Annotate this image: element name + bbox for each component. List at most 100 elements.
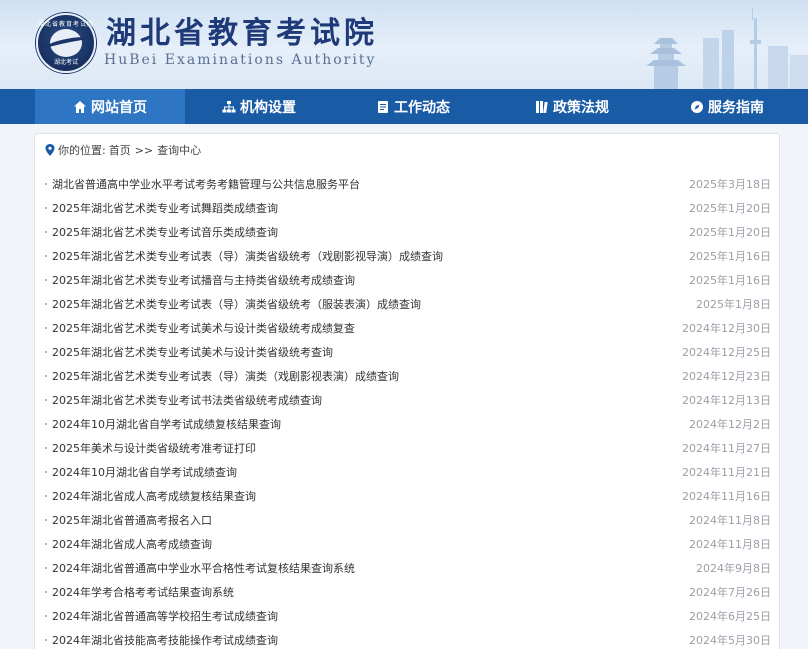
bullet-icon [45, 231, 47, 233]
list-item-title[interactable]: 2025年湖北省艺术类专业考试美术与设计类省级统考查询 [52, 344, 333, 360]
breadcrumb: 你的位置: 首页 >> 查询中心 [45, 142, 201, 158]
list-item[interactable]: 2024年湖北省普通高等学校招生考试成绩查询 2024年6月25日 [45, 604, 771, 628]
list-item[interactable]: 2025年美术与设计类省级统考准考证打印 2024年11月27日 [45, 436, 771, 460]
list-item[interactable]: 2024年湖北省技能高考技能操作考试成绩查询 2024年5月30日 [45, 628, 771, 649]
list-item-title[interactable]: 2024年湖北省技能高考技能操作考试成绩查询 [52, 632, 278, 648]
book-icon [536, 100, 548, 113]
bullet-icon [45, 207, 47, 209]
bullet-icon [45, 639, 47, 641]
breadcrumb-current[interactable]: 查询中心 [157, 142, 201, 158]
list-item-title[interactable]: 2025年湖北省艺术类专业考试舞蹈类成绩查询 [52, 200, 278, 216]
list-item[interactable]: 2024年10月湖北省自学考试成绩查询 2024年11月21日 [45, 460, 771, 484]
list-item[interactable]: 2025年湖北省艺术类专业考试表（导）演类省级统考（戏剧影视导演）成绩查询 20… [45, 244, 771, 268]
list-item[interactable]: 2025年湖北省艺术类专业考试美术与设计类省级统考查询 2024年12月25日 [45, 340, 771, 364]
bullet-icon [45, 567, 47, 569]
bullet-icon [45, 471, 47, 473]
bullet-icon [45, 303, 47, 305]
list-item-title[interactable]: 2025年湖北省普通高考报名入口 [52, 512, 212, 528]
list-item[interactable]: 2024年学考合格考考试结果查询系统 2024年7月26日 [45, 580, 771, 604]
nav-label: 政策法规 [553, 99, 609, 116]
list-item-date: 2024年11月21日 [682, 466, 771, 479]
bullet-icon [45, 279, 47, 281]
list-item-title[interactable]: 2025年湖北省艺术类专业考试表（导）演类（戏剧影视表演）成绩查询 [52, 368, 399, 384]
main-nav: 网站首页 机构设置 工作动态 政策法规 服务指南 [0, 89, 808, 124]
bullet-icon [45, 519, 47, 521]
list-item-date: 2024年12月25日 [682, 346, 771, 359]
list-item[interactable]: 2025年湖北省普通高考报名入口 2024年11月8日 [45, 508, 771, 532]
list-item-title[interactable]: 2024年湖北省成人高考成绩查询 [52, 536, 212, 552]
bullet-icon [45, 399, 47, 401]
list-item-title[interactable]: 2024年学考合格考考试结果查询系统 [52, 584, 234, 600]
list-item-date: 2024年12月13日 [682, 394, 771, 407]
emblem-logo[interactable]: 湖北省教育考试院 湖北考试 [36, 13, 96, 73]
nav-label: 网站首页 [91, 99, 147, 116]
list-item-title[interactable]: 2025年湖北省艺术类专业考试美术与设计类省级统考成绩复查 [52, 320, 355, 336]
site-subtitle: HuBei Examinations Authority [104, 52, 377, 68]
home-icon [74, 100, 86, 113]
list-item[interactable]: 2025年湖北省艺术类专业考试书法类省级统考成绩查询 2024年12月13日 [45, 388, 771, 412]
list-item[interactable]: 湖北省普通高中学业水平考试考务考籍管理与公共信息服务平台 2025年3月18日 [45, 172, 771, 196]
list-item-date: 2024年11月8日 [689, 538, 771, 551]
list-item[interactable]: 2025年湖北省艺术类专业考试播音与主持类省级统考成绩查询 2025年1月16日 [45, 268, 771, 292]
bullet-icon [45, 495, 47, 497]
list-item[interactable]: 2024年10月湖北省自学考试成绩复核结果查询 2024年12月2日 [45, 412, 771, 436]
list-item-date: 2024年12月2日 [689, 418, 771, 431]
org-chart-icon [222, 100, 236, 112]
list-item-date: 2024年9月8日 [696, 562, 771, 575]
nav-item-home[interactable]: 网站首页 [35, 89, 185, 124]
nav-item-policies[interactable]: 政策法规 [493, 89, 651, 124]
list-item[interactable]: 2025年湖北省艺术类专业考试音乐类成绩查询 2025年1月20日 [45, 220, 771, 244]
list-item-title[interactable]: 2025年美术与设计类省级统考准考证打印 [52, 440, 256, 456]
list-item-title[interactable]: 2025年湖北省艺术类专业考试表（导）演类省级统考（服装表演）成绩查询 [52, 296, 421, 312]
nav-label: 工作动态 [394, 99, 450, 116]
bullet-icon [45, 183, 47, 185]
query-list: 湖北省普通高中学业水平考试考务考籍管理与公共信息服务平台 2025年3月18日 … [45, 172, 771, 649]
list-item-title[interactable]: 2025年湖北省艺术类专业考试音乐类成绩查询 [52, 224, 278, 240]
list-item-title[interactable]: 湖北省普通高中学业水平考试考务考籍管理与公共信息服务平台 [52, 176, 360, 192]
list-item-title[interactable]: 2024年湖北省普通高等学校招生考试成绩查询 [52, 608, 278, 624]
list-item-title[interactable]: 2025年湖北省艺术类专业考试书法类省级统考成绩查询 [52, 392, 322, 408]
document-icon [378, 100, 388, 113]
bullet-icon [45, 255, 47, 257]
list-item-date: 2024年5月30日 [689, 634, 771, 647]
list-item-date: 2024年11月16日 [682, 490, 771, 503]
emblem-bottom-text: 湖北考试 [53, 59, 78, 66]
list-item[interactable]: 2024年湖北省成人高考成绩查询 2024年11月8日 [45, 532, 771, 556]
list-item-title[interactable]: 2024年湖北省普通高中学业水平合格性考试复核结果查询系统 [52, 560, 355, 576]
site-header: 湖北省教育考试院 湖北考试 湖北省教育考试院 HuBei Examination… [0, 0, 808, 89]
site-title[interactable]: 湖北省教育考试院 [106, 16, 378, 52]
list-item-date: 2025年1月8日 [696, 298, 771, 311]
nav-label: 服务指南 [708, 99, 764, 116]
bullet-icon [45, 327, 47, 329]
list-item-date: 2024年7月26日 [689, 586, 771, 599]
list-item[interactable]: 2025年湖北省艺术类专业考试表（导）演类（戏剧影视表演）成绩查询 2024年1… [45, 364, 771, 388]
list-item-date: 2024年12月30日 [682, 322, 771, 335]
skyline-decoration [646, 8, 808, 89]
bullet-icon [45, 543, 47, 545]
bullet-icon [45, 447, 47, 449]
list-item[interactable]: 2025年湖北省艺术类专业考试舞蹈类成绩查询 2025年1月20日 [45, 196, 771, 220]
list-item-date: 2025年1月16日 [689, 250, 771, 263]
list-item[interactable]: 2024年湖北省普通高中学业水平合格性考试复核结果查询系统 2024年9月8日 [45, 556, 771, 580]
list-item-date: 2025年1月20日 [689, 202, 771, 215]
list-item-title[interactable]: 2025年湖北省艺术类专业考试播音与主持类省级统考成绩查询 [52, 272, 355, 288]
list-item-date: 2024年11月27日 [682, 442, 771, 455]
content-panel: 你的位置: 首页 >> 查询中心 湖北省普通高中学业水平考试考务考籍管理与公共信… [34, 133, 780, 649]
list-item[interactable]: 2025年湖北省艺术类专业考试美术与设计类省级统考成绩复查 2024年12月30… [45, 316, 771, 340]
bullet-icon [45, 375, 47, 377]
location-pin-icon [45, 144, 55, 156]
list-item-title[interactable]: 2024年湖北省成人高考成绩复核结果查询 [52, 488, 256, 504]
list-item[interactable]: 2024年湖北省成人高考成绩复核结果查询 2024年11月16日 [45, 484, 771, 508]
list-item-title[interactable]: 2024年10月湖北省自学考试成绩复核结果查询 [52, 416, 281, 432]
nav-item-service-guide[interactable]: 服务指南 [651, 89, 803, 124]
compass-icon [691, 100, 703, 113]
breadcrumb-home-link[interactable]: 首页 [109, 142, 131, 158]
nav-item-work-news[interactable]: 工作动态 [333, 89, 493, 124]
nav-label: 机构设置 [240, 99, 296, 116]
list-item[interactable]: 2025年湖北省艺术类专业考试表（导）演类省级统考（服装表演）成绩查询 2025… [45, 292, 771, 316]
list-item-title[interactable]: 2025年湖北省艺术类专业考试表（导）演类省级统考（戏剧影视导演）成绩查询 [52, 248, 443, 264]
bullet-icon [45, 591, 47, 593]
list-item-title[interactable]: 2024年10月湖北省自学考试成绩查询 [52, 464, 237, 480]
emblem-top-text: 湖北省教育考试院 [38, 21, 95, 28]
nav-item-organization[interactable]: 机构设置 [185, 89, 333, 124]
